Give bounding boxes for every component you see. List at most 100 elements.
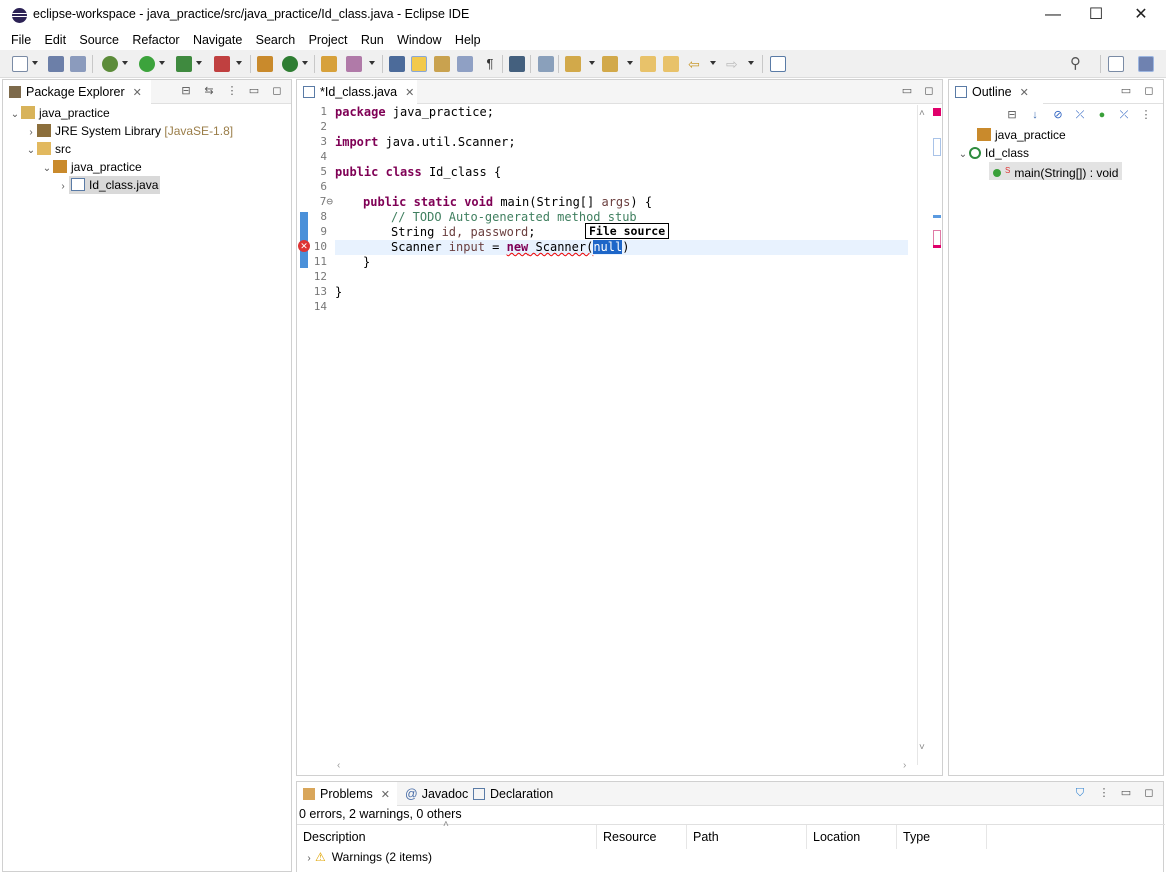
view-menu-icon[interactable]: ⋮ xyxy=(1097,786,1111,800)
annotation-icon[interactable] xyxy=(389,56,405,72)
forward-icon[interactable]: ⇨ xyxy=(726,56,742,72)
tab-outline[interactable]: Outline ✕ xyxy=(949,80,1043,104)
toggle-console-icon[interactable] xyxy=(509,56,525,72)
new-package-icon[interactable] xyxy=(257,56,273,72)
view-menu-icon[interactable]: ⋮ xyxy=(1139,108,1153,122)
menu-source[interactable]: Source xyxy=(74,30,124,50)
pin-editor-icon[interactable] xyxy=(770,56,786,72)
back-icon[interactable]: ⇦ xyxy=(688,56,704,72)
forward-edit-icon[interactable] xyxy=(663,56,679,72)
minimize-view-icon[interactable]: ▭ xyxy=(900,84,914,98)
collapse-all-icon[interactable]: ⊟ xyxy=(1005,108,1019,122)
tab-declaration[interactable]: Declaration xyxy=(467,782,559,806)
collapse-all-icon[interactable]: ⊟ xyxy=(179,84,193,98)
menu-window[interactable]: Window xyxy=(392,30,446,50)
close-icon[interactable]: ✕ xyxy=(133,81,142,105)
debug-dropdown-icon[interactable] xyxy=(122,61,128,65)
open-type-icon[interactable] xyxy=(321,56,337,72)
menu-project[interactable]: Project xyxy=(304,30,353,50)
external-tools-icon[interactable] xyxy=(214,56,230,72)
overview-marker[interactable] xyxy=(933,215,941,218)
chevron-right-icon[interactable]: › xyxy=(303,850,315,868)
java-perspective-icon[interactable] xyxy=(1138,56,1154,72)
tree-package[interactable]: ⌄ java_practice xyxy=(41,158,142,176)
save-icon[interactable] xyxy=(48,56,64,72)
minimize-view-icon[interactable]: ▭ xyxy=(247,84,261,98)
menu-refactor[interactable]: Refactor xyxy=(127,30,184,50)
coverage-dropdown-icon[interactable] xyxy=(196,61,202,65)
tree-jre-library[interactable]: › JRE System Library [JavaSE-1.8] xyxy=(25,122,233,140)
close-button[interactable]: ✕ xyxy=(1123,4,1159,26)
table-row[interactable]: › ⚠ Warnings (2 items) xyxy=(303,848,432,866)
run-dropdown-icon[interactable] xyxy=(159,61,165,65)
scroll-right-icon[interactable]: › xyxy=(903,760,906,771)
chevron-down-icon[interactable]: ⌄ xyxy=(41,160,53,178)
new-dropdown-icon[interactable] xyxy=(32,61,38,65)
back-dropdown-icon[interactable] xyxy=(710,61,716,65)
new-file-icon[interactable] xyxy=(12,56,28,72)
previous-annotation-dropdown-icon[interactable] xyxy=(627,61,633,65)
menu-edit[interactable]: Edit xyxy=(40,30,72,50)
search-icon[interactable]: ⚲ xyxy=(1070,56,1086,72)
menu-navigate[interactable]: Navigate xyxy=(188,30,247,50)
new-class-dropdown-icon[interactable] xyxy=(302,61,308,65)
filter-icon[interactable]: ⛉ xyxy=(1073,786,1087,800)
search-dropdown-icon[interactable] xyxy=(369,61,375,65)
tab-javadoc[interactable]: @ Javadoc xyxy=(399,782,474,806)
link-with-editor-icon[interactable]: ⇆ xyxy=(202,84,216,98)
new-class-icon[interactable] xyxy=(282,56,298,72)
minimize-button[interactable]: — xyxy=(1035,4,1071,26)
outline-package[interactable]: java_practice xyxy=(977,126,1066,144)
column-path[interactable]: Path xyxy=(687,825,807,849)
breadcrumb-toggle-icon[interactable] xyxy=(457,56,473,72)
overview-marker[interactable] xyxy=(933,245,941,248)
tab-id-class-java[interactable]: *Id_class.java ✕ xyxy=(297,80,417,104)
hide-nonpublic-icon[interactable]: ● xyxy=(1095,108,1109,122)
tab-problems[interactable]: Problems ✕ xyxy=(297,782,397,806)
chevron-down-icon[interactable]: ⌄ xyxy=(957,146,969,164)
show-whitespace-icon[interactable]: ¶ xyxy=(482,56,498,72)
last-edit-location-icon[interactable] xyxy=(640,56,656,72)
scroll-up-icon[interactable]: ˄ xyxy=(919,108,925,119)
open-perspective-icon[interactable] xyxy=(1108,56,1124,72)
debug-icon[interactable] xyxy=(102,56,118,72)
minimize-view-icon[interactable]: ▭ xyxy=(1119,786,1133,800)
tree-src[interactable]: ⌄ src xyxy=(25,140,71,158)
menu-run[interactable]: Run xyxy=(356,30,389,50)
hide-fields-icon[interactable]: ⊘ xyxy=(1051,108,1065,122)
chevron-down-icon[interactable]: ⌄ xyxy=(9,106,21,124)
error-overview-marker[interactable] xyxy=(933,108,941,116)
scroll-down-icon[interactable]: ˅ xyxy=(919,742,925,753)
run-icon[interactable] xyxy=(139,56,155,72)
chevron-down-icon[interactable]: ⌄ xyxy=(25,142,37,160)
forward-dropdown-icon[interactable] xyxy=(748,61,754,65)
close-icon[interactable]: ✕ xyxy=(405,81,414,105)
outline-class[interactable]: ⌄ Id_class xyxy=(957,144,1029,162)
block-selection-icon[interactable] xyxy=(434,56,450,72)
view-menu-icon[interactable]: ⋮ xyxy=(225,84,239,98)
menu-file[interactable]: File xyxy=(6,30,36,50)
maximize-view-icon[interactable]: ◻ xyxy=(1142,84,1156,98)
tab-package-explorer[interactable]: Package Explorer ✕ xyxy=(3,80,151,104)
close-icon[interactable]: ✕ xyxy=(381,783,390,807)
sort-icon[interactable]: ↓ xyxy=(1028,108,1042,122)
external-tools-dropdown-icon[interactable] xyxy=(236,61,242,65)
next-annotation-icon[interactable] xyxy=(565,56,581,72)
tree-file[interactable]: › Id_class.java xyxy=(57,176,161,194)
mark-occurrences-icon[interactable] xyxy=(411,56,427,72)
minimize-view-icon[interactable]: ▭ xyxy=(1119,84,1133,98)
maximize-view-icon[interactable]: ◻ xyxy=(1142,786,1156,800)
maximize-button[interactable]: ☐ xyxy=(1078,4,1114,26)
menu-search[interactable]: Search xyxy=(251,30,301,50)
hide-local-types-icon[interactable]: ⤫ xyxy=(1117,108,1131,122)
hide-static-icon[interactable]: ⤫ xyxy=(1073,108,1087,122)
maximize-view-icon[interactable]: ◻ xyxy=(922,84,936,98)
menu-help[interactable]: Help xyxy=(450,30,486,50)
next-annotation-dropdown-icon[interactable] xyxy=(589,61,595,65)
scroll-thumb[interactable] xyxy=(933,138,941,156)
previous-annotation-icon[interactable] xyxy=(602,56,618,72)
column-resource[interactable]: Resource xyxy=(597,825,687,849)
column-type[interactable]: Type xyxy=(897,825,987,849)
skip-breakpoints-icon[interactable] xyxy=(538,56,554,72)
column-location[interactable]: Location xyxy=(807,825,897,849)
